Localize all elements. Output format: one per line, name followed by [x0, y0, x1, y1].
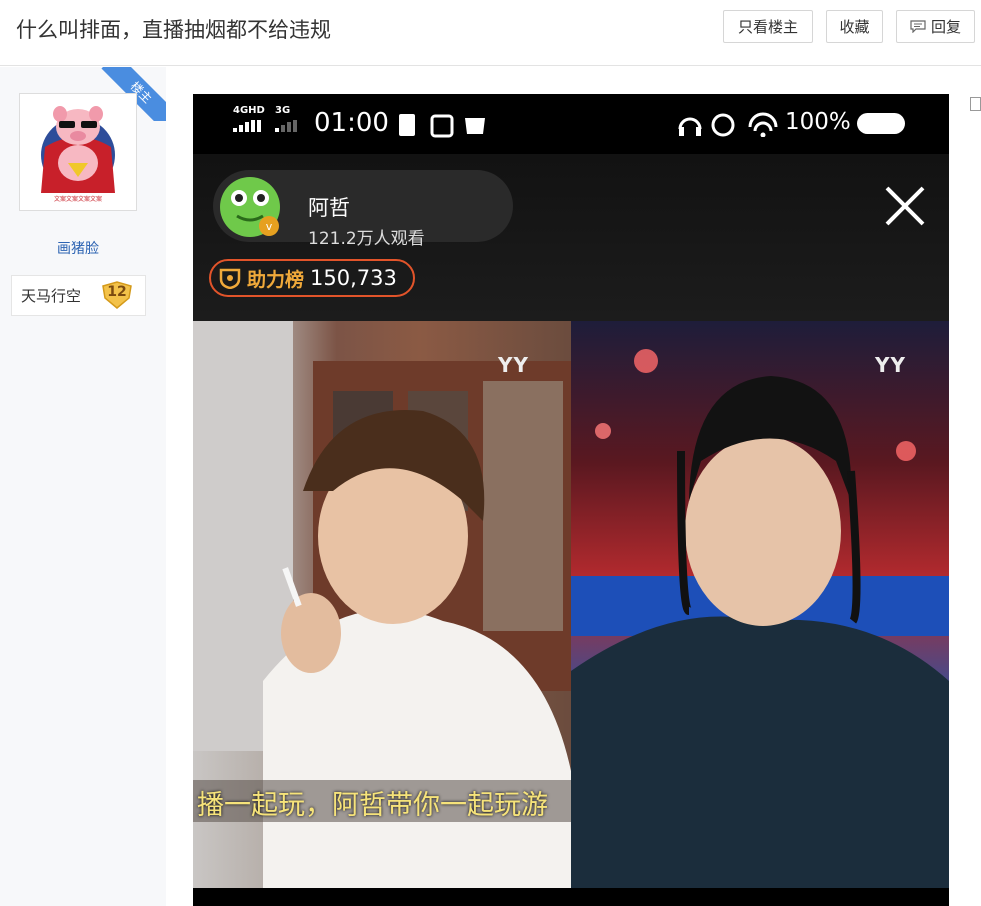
network-4g-label: 4GHD [233, 105, 265, 116]
right-streamer-image [571, 349, 949, 888]
reply-button[interactable]: 回复 [896, 10, 975, 43]
favorite-button[interactable]: 收藏 [826, 10, 883, 43]
host-avatar: v [219, 176, 281, 238]
stream-top-bar: v 阿哲 121.2万人观看 助力榜 150,733 [193, 154, 949, 321]
level-name: 天马行空 [21, 287, 82, 305]
subtitle-text: 播一起玩，阿哲带你一起玩游 [197, 790, 548, 821]
comment-icon [910, 20, 926, 33]
svg-text:v: v [266, 220, 273, 233]
level-badge: 12 [101, 280, 133, 310]
host-info[interactable]: v 阿哲 121.2万人观看 [213, 170, 513, 249]
shield-icon [219, 268, 241, 289]
reply-button-label: 回复 [930, 18, 961, 36]
thread-title: 什么叫排面，直播抽烟都不给违规 [16, 18, 331, 42]
support-value: 150,733 [310, 266, 397, 290]
level-box[interactable]: 天马行空 12 [11, 275, 146, 316]
status-icons [678, 112, 778, 137]
only-op-button[interactable]: 只看楼主 [723, 10, 813, 43]
pig-avatar-image: 文案文案文案文案 [23, 97, 133, 207]
level-number: 12 [107, 284, 127, 300]
network-3g-label: 3G [275, 105, 291, 116]
poster-sidebar: 楼主 文案文案文案文案 画猪脸 天马行空 12 [0, 67, 166, 906]
host-name: 阿哲 [308, 196, 350, 220]
signal2-icon [275, 120, 297, 132]
poster-avatar[interactable]: 文案文案文案文案 [19, 93, 137, 211]
support-ranking[interactable]: 助力榜 150,733 [209, 259, 415, 297]
yy-watermark-left: YY [498, 353, 529, 377]
yy-watermark-right: YY [875, 353, 906, 377]
post-image[interactable]: 4GHD 3G 01:00 100% v 阿哲 121.2万人观看 助力榜 15… [193, 94, 949, 906]
battery-icon [857, 113, 905, 134]
close-icon[interactable] [883, 184, 927, 228]
subtitle-bar: 播一起玩，阿哲带你一起玩游 [193, 780, 571, 822]
viewer-count: 121.2万人观看 [308, 229, 425, 249]
collapse-icon[interactable] [970, 97, 981, 111]
phone-status-bar: 4GHD 3G 01:00 100% [193, 94, 949, 154]
video-pane-left: YY 播一起玩，阿哲带你一起玩游 [193, 321, 571, 888]
svg-text:文案文案文案文案: 文案文案文案文案 [54, 195, 102, 203]
screenshot-bottom-bar [193, 888, 949, 906]
notification-icons [399, 114, 485, 138]
battery-percent: 100% [785, 109, 851, 135]
video-pane-right: YY [571, 321, 949, 888]
poster-username[interactable]: 画猪脸 [0, 238, 156, 258]
signal-icon [233, 120, 261, 132]
status-time: 01:00 [314, 108, 389, 138]
support-label: 助力榜 [247, 268, 305, 291]
thread-header: 什么叫排面，直播抽烟都不给违规 只看楼主 收藏 回复 [0, 0, 981, 66]
